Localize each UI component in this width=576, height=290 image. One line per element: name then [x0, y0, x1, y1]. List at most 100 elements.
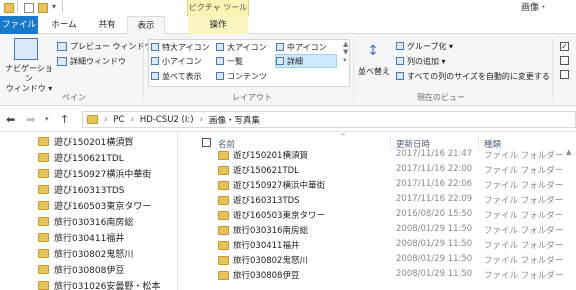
- list-label: 一覧: [227, 56, 243, 66]
- navigation-pane-button[interactable]: ナビゲーション ウィンドウ ▾: [5, 64, 53, 94]
- details-pane-label: 詳細ウィンドウ: [70, 56, 126, 66]
- file-name: 遊び160313TDS: [233, 196, 300, 206]
- nav-folder-label: 遊び160313TDS: [54, 186, 125, 196]
- chevron-right-icon: ›: [130, 114, 134, 125]
- table-row[interactable]: 遊び150927横浜中華街 2017/11/16 22:06 ファイル フォルダ…: [190, 179, 576, 194]
- nav-folder-item[interactable]: 旅行030316南房総: [38, 215, 133, 228]
- nav-folder-item[interactable]: 旅行030808伊豆: [38, 263, 124, 276]
- list-icon: [216, 57, 224, 65]
- chevron-right-icon: ›: [104, 114, 108, 125]
- item-checkbox-toggle[interactable]: [560, 42, 569, 51]
- add-column-icon: [396, 57, 404, 65]
- nav-folder-label: 旅行030808伊豆: [54, 266, 125, 276]
- details-icon: [276, 57, 284, 65]
- file-date: 2008/01/29 11:50: [396, 254, 473, 264]
- folder-icon: [38, 169, 49, 178]
- tiles-icon: [151, 72, 159, 80]
- address-bar[interactable]: › PC › HD-CSU2 (I:) › 画像・写真集: [82, 111, 576, 128]
- file-date: 2017/11/16 22:00: [396, 164, 473, 174]
- folder-icon: [218, 240, 229, 250]
- details-pane-button[interactable]: 詳細ウィンドウ: [57, 55, 126, 67]
- table-row[interactable]: 旅行030802鬼怒川 2008/01/29 11:50 ファイル フォルダー: [190, 254, 576, 269]
- details-option[interactable]: 詳細: [275, 54, 337, 68]
- navigation-pane-icon[interactable]: [14, 38, 38, 60]
- file-name: 遊び150621TDL: [233, 166, 299, 176]
- tab-manage[interactable]: 操作: [188, 16, 248, 34]
- group-by-button[interactable]: グループ化 ▾: [396, 40, 453, 52]
- medium-icons-option[interactable]: 中アイコン: [276, 41, 327, 53]
- content-option[interactable]: コンテンツ: [216, 70, 267, 82]
- tab-view[interactable]: 表示: [127, 16, 165, 35]
- nav-folder-item[interactable]: 旅行030802鬼怒川: [38, 247, 133, 260]
- preview-pane-label: プレビュー ウィンドウ: [70, 41, 153, 51]
- table-row[interactable]: 旅行030808伊豆 2008/01/29 11:50 ファイル フォルダー: [190, 269, 576, 284]
- breadcrumb-pc[interactable]: PC: [113, 115, 124, 125]
- file-name: 遊び150201横須賀: [233, 151, 308, 161]
- new-folder-icon[interactable]: [38, 3, 48, 13]
- extensions-toggle[interactable]: [560, 56, 569, 65]
- tab-home[interactable]: ホーム: [42, 16, 86, 34]
- folder-icon: [38, 281, 49, 290]
- file-name: 遊び150927横浜中華街: [233, 181, 325, 191]
- table-row[interactable]: 遊び150621TDL 2017/11/16 22:00 ファイル フォルダー: [190, 164, 576, 179]
- nav-folder-label: 遊び150201横須賀: [54, 138, 134, 148]
- gallery-scroll-arrows[interactable]: ▲ ▼ ▾: [343, 40, 348, 64]
- large-icons-icon: [216, 43, 224, 51]
- file-type: ファイル フォルダー: [484, 271, 564, 281]
- group-by-label: グループ化 ▾: [407, 41, 454, 51]
- tab-file[interactable]: ファイル: [0, 16, 38, 34]
- recent-locations-icon[interactable]: ▾: [45, 115, 49, 123]
- scroll-up-icon[interactable]: ▲: [566, 148, 576, 158]
- layout-group-label: レイアウト: [232, 93, 272, 102]
- file-type: ファイル フォルダー: [484, 181, 564, 191]
- forward-icon[interactable]: ➡: [26, 113, 35, 126]
- content-label: コンテンツ: [227, 71, 267, 81]
- up-icon[interactable]: ↑: [60, 113, 69, 126]
- add-column-button[interactable]: 列の追加 ▾: [396, 55, 446, 67]
- large-icons-option[interactable]: 大アイコン: [216, 41, 267, 53]
- select-all-checkbox[interactable]: [202, 138, 211, 147]
- nav-folder-item[interactable]: 遊び160313TDS: [38, 183, 125, 196]
- file-type: ファイル フォルダー: [484, 211, 564, 221]
- file-name-cell: 遊び150621TDL: [218, 164, 299, 176]
- customize-qa-icon[interactable]: ▾: [52, 2, 56, 11]
- preview-pane-button[interactable]: プレビュー ウィンドウ: [57, 40, 153, 52]
- hidden-items-toggle[interactable]: [560, 70, 569, 79]
- nav-folder-label: 遊び150927横浜中華街: [54, 170, 152, 180]
- properties-icon[interactable]: [24, 3, 34, 13]
- nav-folder-item[interactable]: 旅行031026安曇野・松本: [38, 279, 160, 290]
- fit-columns-button[interactable]: すべての列のサイズを自動的に変更する: [396, 70, 550, 82]
- sort-button[interactable]: 並べ替え: [358, 66, 390, 77]
- table-row[interactable]: 旅行030316南房総 2008/01/29 11:50 ファイル フォルダー: [190, 224, 576, 239]
- nav-folder-item[interactable]: 遊び150201横須賀: [38, 135, 133, 148]
- large-icons-label: 大アイコン: [227, 42, 267, 52]
- nav-folder-item[interactable]: 旅行030411福井: [38, 231, 124, 244]
- small-icons-label: 小アイコン: [162, 56, 202, 66]
- nav-folder-item[interactable]: 遊び160503東京タワー: [38, 199, 151, 212]
- list-option[interactable]: 一覧: [216, 55, 243, 67]
- add-column-label: 列の追加 ▾: [407, 56, 446, 66]
- tab-share[interactable]: 共有: [88, 16, 126, 34]
- file-name: 旅行030808伊豆: [233, 271, 300, 281]
- details-pane-icon: [57, 56, 67, 66]
- table-row[interactable]: 旅行030411福井 2008/01/29 11:50 ファイル フォルダー: [190, 239, 576, 254]
- table-row[interactable]: 遊び160503東京タワー 2016/08/20 15:50 ファイル フォルダ…: [190, 209, 576, 224]
- breadcrumb-folder[interactable]: 画像・写真集: [209, 114, 260, 126]
- table-row[interactable]: 遊び160313TDS 2017/11/16 22:09 ファイル フォルダー: [190, 194, 576, 209]
- content-icon: [216, 72, 224, 80]
- nav-folder-item[interactable]: 遊び150621TDL: [38, 151, 124, 164]
- nav-folder-item[interactable]: 遊び150927横浜中華街: [38, 167, 151, 180]
- nav-folder-label: 遊び160503東京タワー: [54, 202, 152, 212]
- folder-icon: [218, 225, 229, 235]
- file-type: ファイル フォルダー: [484, 196, 564, 206]
- small-icons-icon: [151, 57, 159, 65]
- sort-icon[interactable]: ↕: [365, 40, 381, 62]
- ribbon: ナビゲーション ウィンドウ ▾ プレビュー ウィンドウ 詳細ウィンドウ ペイン …: [0, 34, 576, 106]
- folder-icon: [38, 265, 49, 274]
- small-icons-option[interactable]: 小アイコン: [151, 55, 202, 67]
- back-icon[interactable]: ⬅: [6, 113, 15, 126]
- extra-large-icons-option[interactable]: 特大アイコン: [151, 41, 210, 53]
- tiles-option[interactable]: 並べて表示: [151, 70, 202, 82]
- breadcrumb-drive[interactable]: HD-CSU2 (I:): [140, 115, 194, 125]
- table-row[interactable]: 遊び150201横須賀 2017/11/16 21:47 ファイル フォルダー: [190, 149, 576, 164]
